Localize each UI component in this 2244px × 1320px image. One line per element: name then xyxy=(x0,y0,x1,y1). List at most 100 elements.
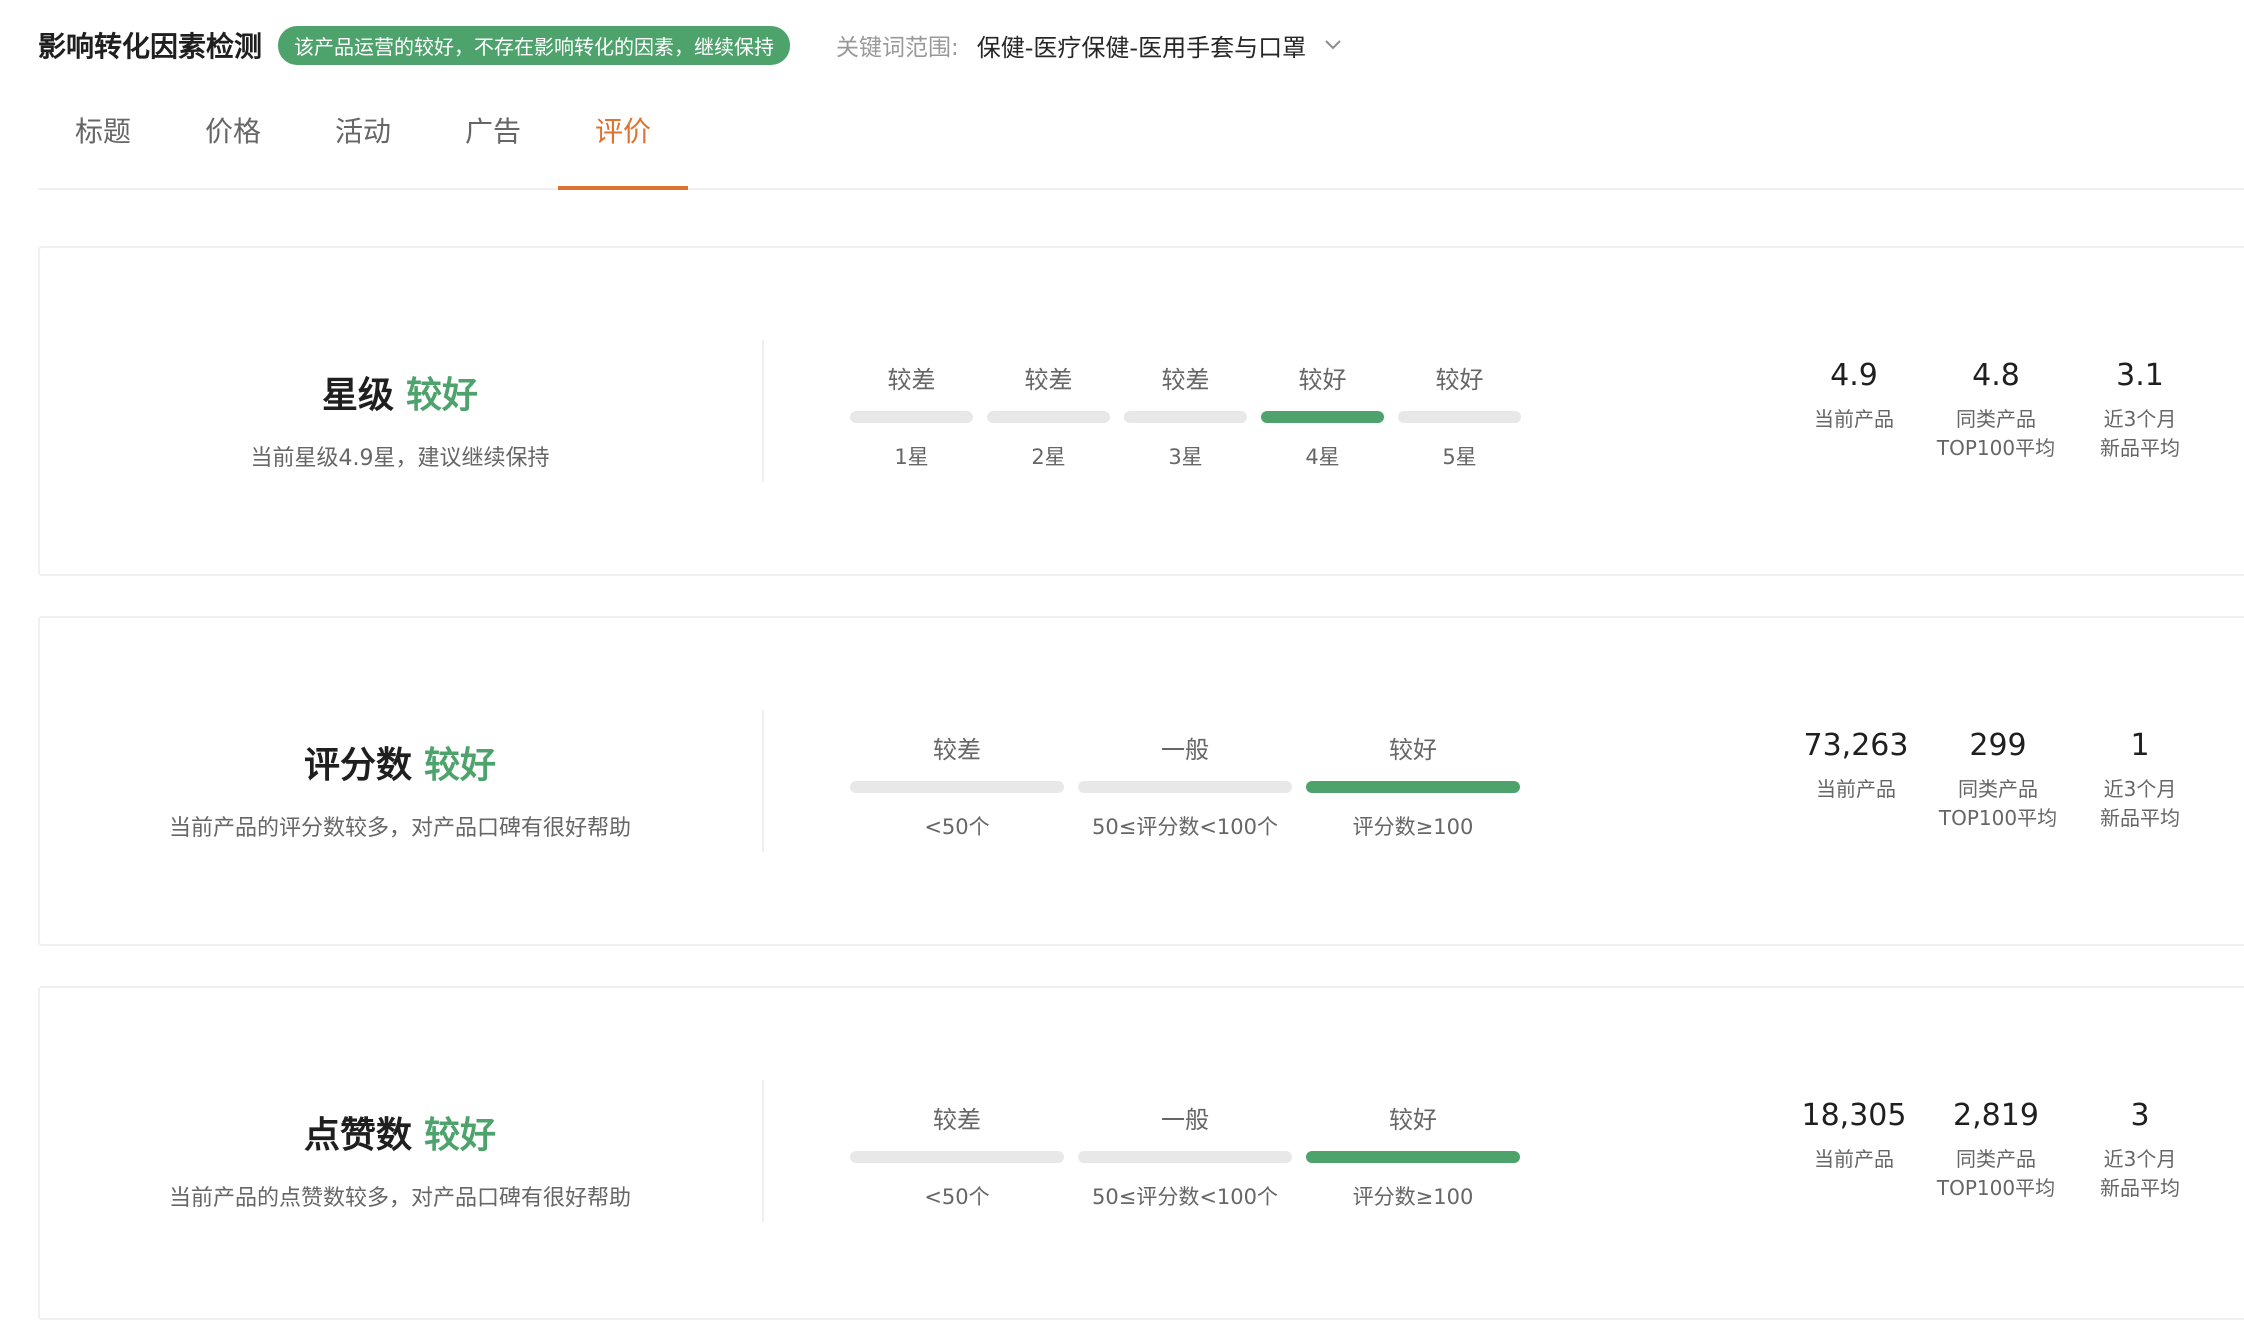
segment-range: 4星 xyxy=(1305,445,1340,469)
stat-value: 18,305 xyxy=(1801,1098,1907,1133)
segment-bar xyxy=(987,411,1110,423)
star-rating-card: 星级 较好 当前星级4.9星，建议继续保持 较差 1星 较差 2星 较差 3星 较… xyxy=(38,246,2244,576)
likes-count-segment-active: 较好 评分数≥100 xyxy=(1306,1100,1520,1211)
keyword-range-label: 关键词范围: xyxy=(836,35,959,61)
metric-status: 较好 xyxy=(406,375,479,416)
stat-label: 近3个月 新品平均 xyxy=(2100,1147,2180,1200)
tab-price[interactable]: 价格 xyxy=(168,100,298,188)
metric-description: 当前星级4.9星，建议继续保持 xyxy=(250,446,550,471)
metric-title: 星级 xyxy=(321,375,394,416)
metric-summary: 星级 较好 当前星级4.9星，建议继续保持 xyxy=(40,366,760,472)
rating-segment-active: 较好 4星 xyxy=(1261,360,1384,471)
segment-bar xyxy=(1078,1151,1292,1163)
stat-value: 3.1 xyxy=(2116,358,2164,393)
stat-value: 1 xyxy=(2130,728,2150,763)
segment-bar-active xyxy=(1306,1151,1520,1163)
segment-bar xyxy=(850,411,973,423)
segment-range: 3星 xyxy=(1168,445,1203,469)
segment-level: 较好 xyxy=(1435,366,1484,394)
stat-current-product: 73,263 当前产品 xyxy=(1776,728,1936,804)
metric-description: 当前产品的评分数较多，对产品口碑有很好帮助 xyxy=(168,816,631,841)
stat-label: 当前产品 xyxy=(1814,1147,1894,1171)
metric-status: 较好 xyxy=(424,745,497,786)
rating-segment: 较好 5星 xyxy=(1398,360,1521,471)
rating-count-segment: 较差 <50个 xyxy=(850,730,1064,841)
segment-range: 评分数≥100 xyxy=(1352,1185,1474,1209)
metric-summary: 评分数 较好 当前产品的评分数较多，对产品口碑有很好帮助 xyxy=(40,736,760,842)
stat-top100-average: 4.8 同类产品 TOP100平均 xyxy=(1916,358,2076,463)
stat-label: 同类产品 TOP100平均 xyxy=(1938,777,2058,830)
segment-range: 5星 xyxy=(1442,445,1477,469)
rating-count-segment: 一般 50≤评分数<100个 xyxy=(1078,730,1292,841)
metric-title: 评分数 xyxy=(303,745,412,786)
stat-value: 4.9 xyxy=(1830,358,1878,393)
status-badge: 该产品运营的较好，不存在影响转化的因素，继续保持 xyxy=(278,25,791,65)
tab-title[interactable]: 标题 xyxy=(38,100,168,188)
segment-range: <50个 xyxy=(924,815,990,839)
tab-reviews[interactable]: 评价 xyxy=(558,100,688,190)
tab-ads[interactable]: 广告 xyxy=(428,100,558,188)
segment-level: 较差 xyxy=(887,366,936,394)
stat-value: 4.8 xyxy=(1972,358,2020,393)
segment-level: 较差 xyxy=(1161,366,1210,394)
stat-label: 同类产品 TOP100平均 xyxy=(1936,1147,2056,1200)
segment-level: 一般 xyxy=(1161,736,1209,764)
metric-status: 较好 xyxy=(424,1115,497,1156)
stat-label: 近3个月 新品平均 xyxy=(2100,407,2180,460)
rating-segment: 较差 1星 xyxy=(850,360,973,471)
stat-top100-average: 299 同类产品 TOP100平均 xyxy=(1918,728,2078,833)
metric-title: 点赞数 xyxy=(303,1115,412,1156)
chevron-down-icon[interactable] xyxy=(1324,39,1342,51)
header: 影响转化因素检测 该产品运营的较好，不存在影响转化的因素，继续保持 关键词范围:… xyxy=(38,25,1342,65)
segment-range: 评分数≥100 xyxy=(1352,815,1474,839)
stat-label: 同类产品 TOP100平均 xyxy=(1936,407,2056,460)
stat-current-product: 18,305 当前产品 xyxy=(1774,1098,1934,1174)
likes-count-segment: 一般 50≤评分数<100个 xyxy=(1078,1100,1292,1211)
segment-bar xyxy=(1124,411,1247,423)
stat-value: 3 xyxy=(2130,1098,2150,1133)
stat-current-product: 4.9 当前产品 xyxy=(1774,358,1934,434)
stat-value: 2,819 xyxy=(1953,1098,2039,1133)
segment-level: 较好 xyxy=(1389,1106,1437,1134)
divider xyxy=(762,340,764,482)
tab-bar: 标题 价格 活动 广告 评价 xyxy=(38,100,2244,190)
stat-value: 73,263 xyxy=(1803,728,1909,763)
stat-top100-average: 2,819 同类产品 TOP100平均 xyxy=(1916,1098,2076,1203)
rating-count-segment-active: 较好 评分数≥100 xyxy=(1306,730,1520,841)
stat-label: 当前产品 xyxy=(1814,407,1894,431)
likes-count-card: 点赞数 较好 当前产品的点赞数较多，对产品口碑有很好帮助 较差 <50个 一般 5… xyxy=(38,986,2244,1320)
segment-level: 较差 xyxy=(933,1106,981,1134)
tab-activity[interactable]: 活动 xyxy=(298,100,428,188)
stat-new-product-average: 1 近3个月 新品平均 xyxy=(2060,728,2220,833)
rating-segment: 较差 2星 xyxy=(987,360,1110,471)
segment-bar-active xyxy=(1306,781,1520,793)
stat-label: 近3个月 新品平均 xyxy=(2100,777,2180,830)
page-title: 影响转化因素检测 xyxy=(38,30,263,63)
segment-bar xyxy=(850,1151,1064,1163)
segment-range: 2星 xyxy=(1031,445,1066,469)
segment-range: 1星 xyxy=(894,445,929,469)
stat-new-product-average: 3 近3个月 新品平均 xyxy=(2060,1098,2220,1203)
page: 影响转化因素检测 该产品运营的较好，不存在影响转化的因素，继续保持 关键词范围:… xyxy=(0,0,2244,1320)
segment-bar xyxy=(1078,781,1292,793)
segment-range: 50≤评分数<100个 xyxy=(1092,1185,1278,1209)
stat-value: 299 xyxy=(1969,728,2027,763)
keyword-range-value[interactable]: 保健-医疗保健-医用手套与口罩 xyxy=(977,28,1306,63)
segment-bar xyxy=(1398,411,1521,423)
segment-level: 一般 xyxy=(1161,1106,1209,1134)
metric-description: 当前产品的点赞数较多，对产品口碑有很好帮助 xyxy=(168,1186,631,1211)
stat-new-product-average: 3.1 近3个月 新品平均 xyxy=(2060,358,2220,463)
segment-level: 较好 xyxy=(1298,366,1347,394)
likes-count-segment: 较差 <50个 xyxy=(850,1100,1064,1211)
divider xyxy=(762,1080,764,1222)
metric-summary: 点赞数 较好 当前产品的点赞数较多，对产品口碑有很好帮助 xyxy=(40,1106,760,1212)
stat-label: 当前产品 xyxy=(1816,777,1896,801)
segment-range: <50个 xyxy=(924,1185,990,1209)
segment-level: 较好 xyxy=(1389,736,1437,764)
rating-segment: 较差 3星 xyxy=(1124,360,1247,471)
segment-level: 较差 xyxy=(1024,366,1073,394)
segment-level: 较差 xyxy=(933,736,981,764)
divider xyxy=(762,710,764,852)
rating-count-card: 评分数 较好 当前产品的评分数较多，对产品口碑有很好帮助 较差 <50个 一般 5… xyxy=(38,616,2244,946)
segment-bar-active xyxy=(1261,411,1384,423)
